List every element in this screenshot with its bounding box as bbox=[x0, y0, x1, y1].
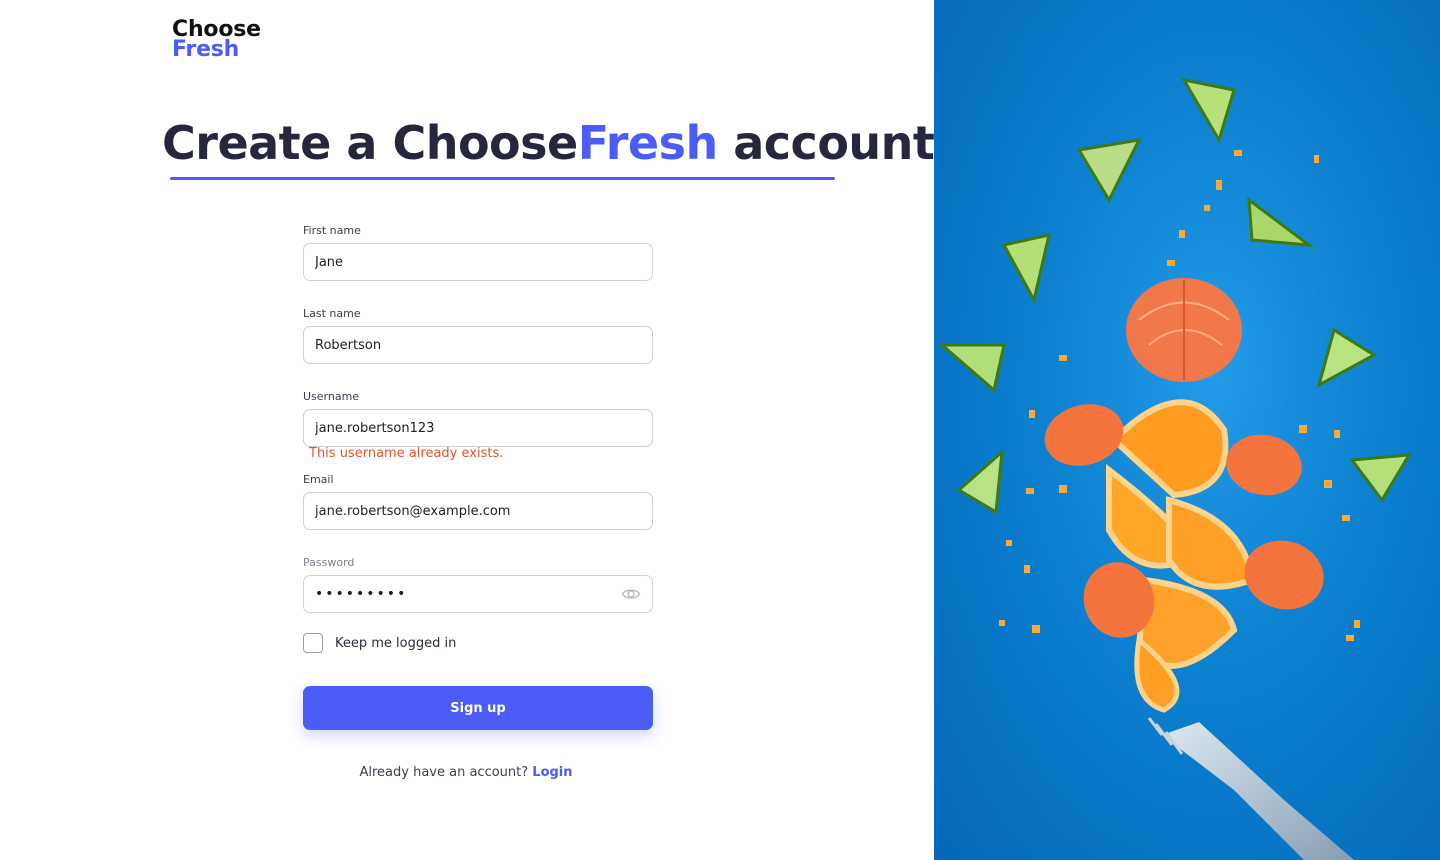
email-label: Email bbox=[303, 473, 334, 486]
keep-logged-in-label[interactable]: Keep me logged in bbox=[335, 636, 456, 651]
eye-icon[interactable] bbox=[621, 584, 641, 604]
keep-logged-in-row: Keep me logged in bbox=[303, 633, 456, 653]
choosefresh-logo[interactable]: Choose Fresh bbox=[172, 19, 261, 62]
first-name-label: First name bbox=[303, 224, 361, 237]
last-name-input[interactable] bbox=[303, 326, 653, 364]
login-prompt-text: Already have an account? bbox=[359, 765, 533, 780]
logo-line-fresh: Fresh bbox=[172, 37, 240, 62]
username-error: This username already exists. bbox=[309, 446, 504, 461]
first-name-input[interactable] bbox=[303, 243, 653, 281]
sign-up-button[interactable]: Sign up bbox=[303, 686, 653, 730]
page-title: Create a ChooseFresh account bbox=[162, 116, 935, 170]
login-prompt: Already have an account? Login bbox=[303, 765, 629, 780]
signup-panel: Choose Fresh Create a ChooseFresh accoun… bbox=[0, 0, 935, 860]
password-input[interactable] bbox=[303, 575, 653, 613]
hero-image bbox=[934, 0, 1440, 860]
password-field: Password bbox=[303, 556, 653, 639]
username-input[interactable] bbox=[303, 409, 653, 447]
fruit-on-fork-illustration bbox=[934, 0, 1440, 860]
keep-logged-in-checkbox[interactable] bbox=[303, 633, 323, 653]
page-title-prefix: Create a Choose bbox=[162, 116, 578, 170]
title-underline bbox=[170, 177, 835, 180]
first-name-field: First name bbox=[303, 224, 653, 307]
signup-form: First name Last name Username Email Pass… bbox=[303, 224, 653, 639]
email-input[interactable] bbox=[303, 492, 653, 530]
username-label: Username bbox=[303, 390, 360, 403]
clementine bbox=[1126, 278, 1242, 382]
password-label: Password bbox=[303, 556, 355, 569]
last-name-label: Last name bbox=[303, 307, 361, 320]
last-name-field: Last name bbox=[303, 307, 653, 390]
email-field: Email bbox=[303, 473, 653, 556]
page-title-brand: Fresh bbox=[577, 116, 719, 170]
login-link[interactable]: Login bbox=[532, 765, 572, 780]
page-title-suffix: account bbox=[717, 116, 935, 170]
